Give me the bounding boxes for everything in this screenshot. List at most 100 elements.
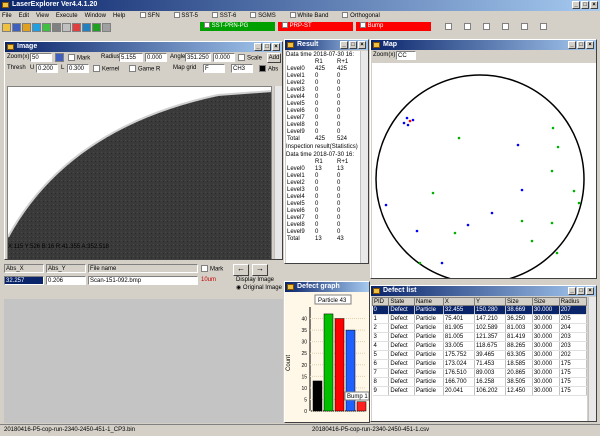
abs-check[interactable]: Abs xyxy=(259,65,278,74)
add-button[interactable]: Add xyxy=(267,53,281,63)
checkbox[interactable] xyxy=(342,12,349,19)
col-pid[interactable]: PID xyxy=(372,297,390,306)
checkbox[interactable] xyxy=(212,12,219,19)
minimize-icon[interactable]: _ xyxy=(568,287,576,295)
defect-dot[interactable] xyxy=(457,136,461,140)
bar[interactable] xyxy=(323,313,334,412)
folder-icon[interactable] xyxy=(22,23,31,32)
checkbox[interactable] xyxy=(282,22,288,29)
defect-dot[interactable] xyxy=(408,119,412,123)
toggle-sst6[interactable]: SST-6 xyxy=(212,12,236,21)
table-row[interactable]: 6 Defect Particle 173.024 71.453 18.585 30.000… xyxy=(372,359,587,369)
prev-button[interactable]: ← xyxy=(233,264,249,276)
defect-dot[interactable] xyxy=(402,121,406,125)
col-size[interactable]: Size xyxy=(505,297,533,306)
channel-select[interactable]: CH3 xyxy=(231,64,253,73)
display-option[interactable]: ◉ Original Image xyxy=(236,284,282,293)
minimize-icon[interactable]: _ xyxy=(568,41,576,49)
defect-dot[interactable] xyxy=(530,239,534,243)
menu-edit[interactable]: Edit xyxy=(19,12,29,21)
next-button[interactable]: → xyxy=(252,264,268,276)
map-icon[interactable] xyxy=(42,23,51,32)
defect-dot[interactable] xyxy=(551,126,555,130)
defect-dot[interactable] xyxy=(520,188,524,192)
game-check[interactable]: Game R xyxy=(129,65,160,74)
table-row[interactable]: 0 Defect Particle 32.455 150.280 38.669 30.000… xyxy=(372,305,587,315)
table-row[interactable]: 1 Defect Particle 75.401 147.210 36.250 30.000… xyxy=(372,314,587,324)
defect-dot[interactable] xyxy=(490,211,494,215)
defect-dot[interactable] xyxy=(555,251,559,255)
settings-icon[interactable] xyxy=(82,23,91,32)
checkbox[interactable] xyxy=(140,12,146,19)
radius-input[interactable]: 5.155 xyxy=(119,53,143,62)
toggle-orthogonal[interactable]: Orthogonal xyxy=(342,12,380,21)
wafer-map[interactable] xyxy=(372,63,596,278)
file-name-value[interactable]: Scan-151-092.bmp xyxy=(88,276,198,285)
maximize-icon[interactable]: □ xyxy=(349,41,357,49)
bar[interactable] xyxy=(356,401,367,412)
minimize-icon[interactable]: _ xyxy=(572,1,580,9)
defect-dot[interactable] xyxy=(431,191,435,195)
table-row[interactable]: 9 Defect Particle 20.041 106.202 12.450 30.000… xyxy=(372,386,587,396)
map-zoom-input[interactable]: CC xyxy=(396,51,416,60)
maximize-icon[interactable]: □ xyxy=(581,1,589,9)
option-check-2[interactable] xyxy=(464,23,471,30)
col-radius[interactable]: Radius xyxy=(558,297,587,306)
grid-icon[interactable] xyxy=(52,23,61,32)
option-check-5[interactable] xyxy=(521,23,528,30)
menu-window[interactable]: Window xyxy=(85,12,106,21)
defect-dot[interactable] xyxy=(520,219,524,223)
angle-unit[interactable]: 0.000 xyxy=(213,53,235,62)
col-size-2[interactable]: Size xyxy=(531,297,560,306)
checkbox[interactable] xyxy=(360,22,366,29)
minimize-icon[interactable]: _ xyxy=(254,43,262,51)
defect-dot[interactable] xyxy=(440,261,444,265)
defect-list-vscroll[interactable] xyxy=(588,297,596,421)
option-check-1[interactable] xyxy=(445,23,452,30)
table-row[interactable]: 7 Defect Particle 176.510 89.003 20.865 30.000… xyxy=(372,368,587,378)
menu-help[interactable]: Help xyxy=(113,12,125,21)
checkbox[interactable] xyxy=(289,12,296,19)
check-icon[interactable] xyxy=(92,23,101,32)
col-x[interactable]: X xyxy=(442,297,475,306)
defect-dot[interactable] xyxy=(418,261,422,265)
table-row[interactable]: 3 Defect Particle 81.005 121.357 81.419 30.000… xyxy=(372,332,587,342)
defect-dot[interactable] xyxy=(550,169,554,173)
menu-view[interactable]: View xyxy=(36,12,49,21)
col-y[interactable]: Y xyxy=(473,297,507,306)
tool-icon[interactable] xyxy=(102,23,111,32)
scale-check[interactable]: Scale xyxy=(238,54,262,63)
checkbox[interactable] xyxy=(250,12,257,19)
defect-dot[interactable] xyxy=(572,189,576,193)
image-icon[interactable] xyxy=(32,23,41,32)
close-icon[interactable]: × xyxy=(590,1,598,9)
close-icon[interactable]: × xyxy=(358,41,366,49)
angle-input[interactable]: 351.250 xyxy=(185,53,211,62)
checkbox[interactable] xyxy=(129,65,136,72)
minimize-icon[interactable]: _ xyxy=(340,41,348,49)
wafer-image[interactable] xyxy=(7,86,272,259)
option-check-4[interactable] xyxy=(502,23,509,30)
checkbox[interactable] xyxy=(259,65,266,72)
defect-dot[interactable] xyxy=(405,116,409,120)
table-row[interactable]: 8 Defect Particle 166.700 16.258 38.505 30.000… xyxy=(372,377,587,387)
radius-unit[interactable]: 0.000 xyxy=(145,53,167,62)
result-vscroll[interactable] xyxy=(360,51,368,263)
defect-dot[interactable] xyxy=(550,221,554,225)
toggle-sst5[interactable]: SST-5 xyxy=(173,12,198,21)
defect-dot[interactable] xyxy=(411,118,415,122)
close-icon[interactable]: × xyxy=(272,43,280,51)
defect-dot[interactable] xyxy=(453,231,457,235)
table-row[interactable]: 2 Defect Particle 81.905 102.589 81.003 30.000… xyxy=(372,323,587,333)
maximize-icon[interactable]: □ xyxy=(577,41,585,49)
defect-dot[interactable] xyxy=(415,229,419,233)
defect-dot[interactable] xyxy=(556,145,560,149)
mark-check[interactable]: Mark xyxy=(68,54,90,63)
menu-execute[interactable]: Execute xyxy=(56,12,78,21)
maximize-icon[interactable]: □ xyxy=(577,287,585,295)
table-row[interactable]: 4 Defect Particle 33.005 118.675 88.265 30.000… xyxy=(372,341,587,351)
save-icon[interactable] xyxy=(55,53,64,62)
col-state[interactable]: State xyxy=(388,297,415,306)
map-grid-select[interactable]: F xyxy=(203,64,225,73)
defect-dot[interactable] xyxy=(384,203,388,207)
